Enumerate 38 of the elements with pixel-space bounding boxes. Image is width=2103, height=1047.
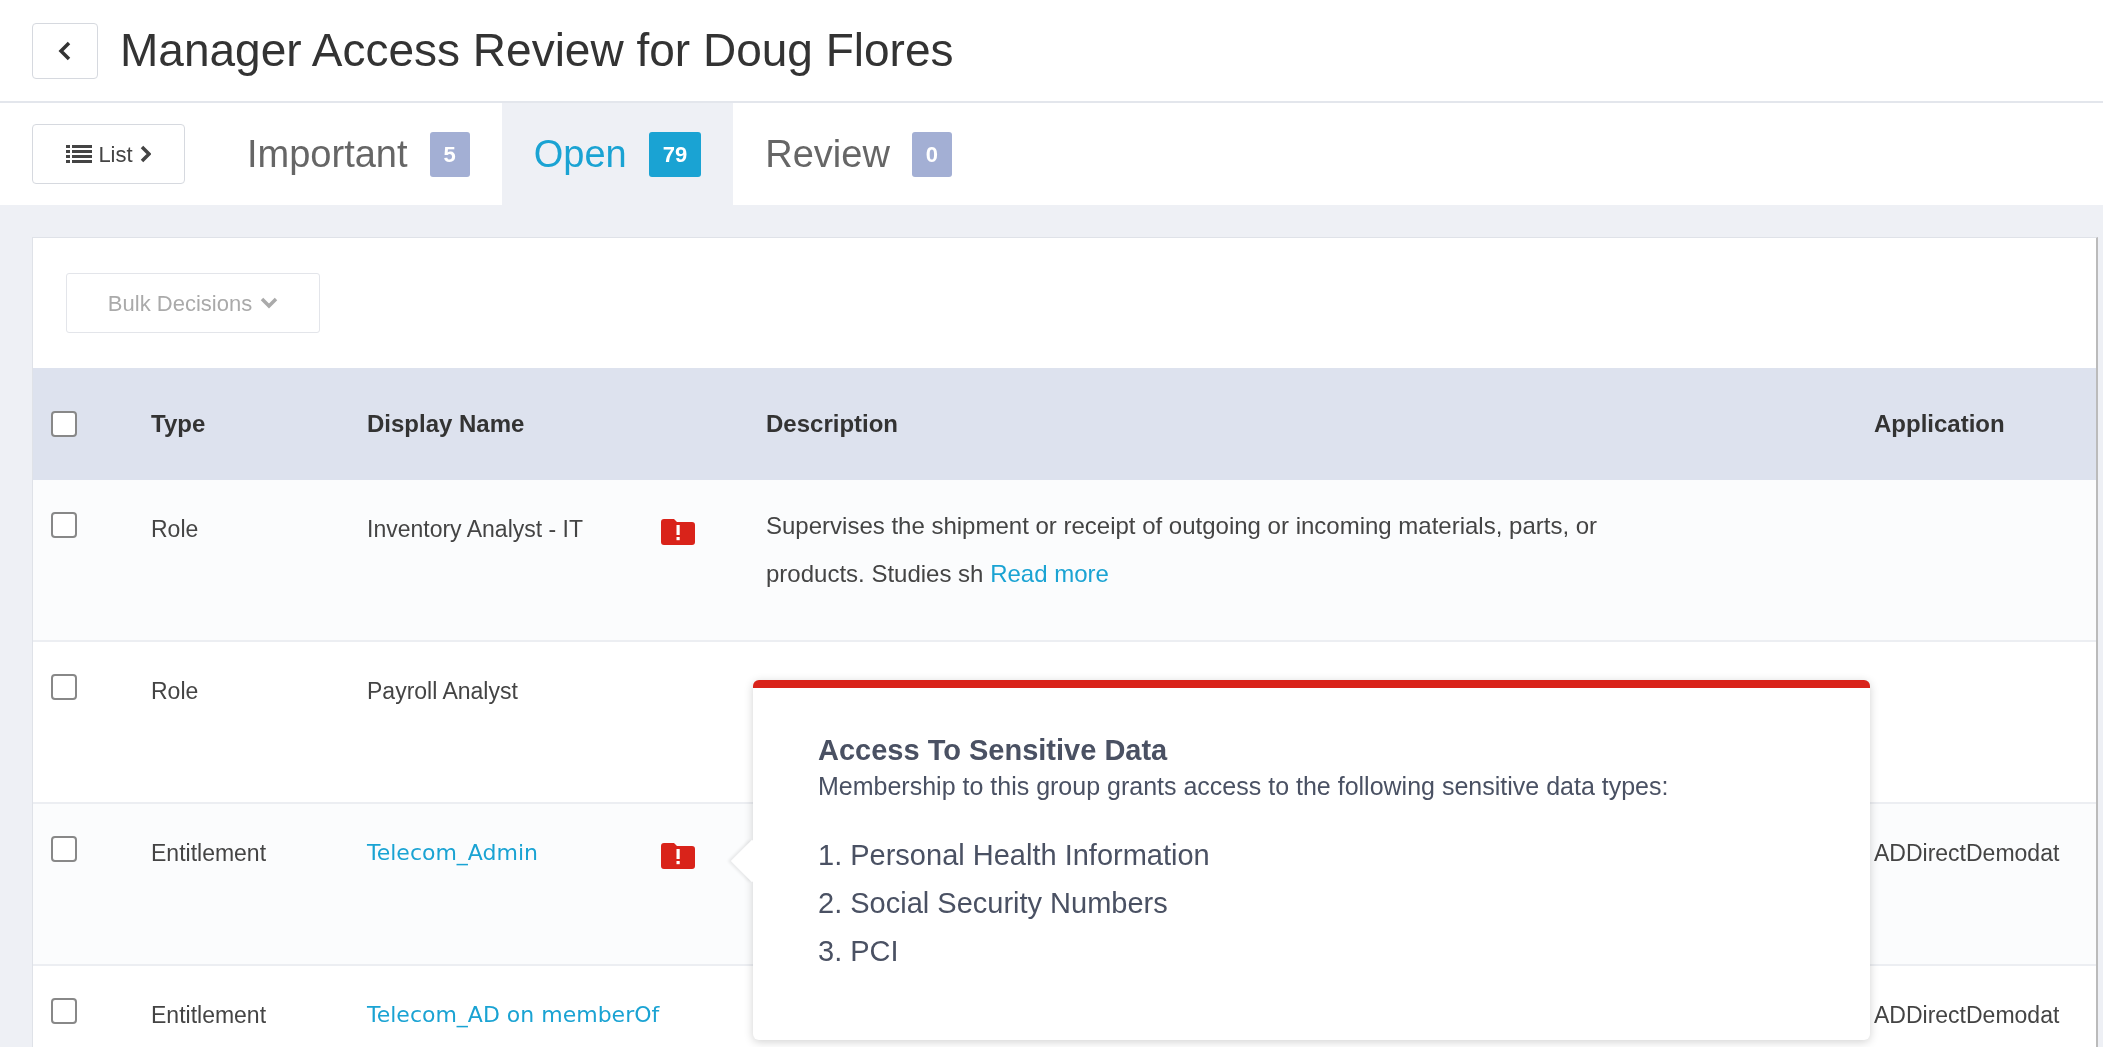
chevron-right-icon	[138, 145, 151, 163]
row-checkbox[interactable]	[51, 836, 77, 862]
display-name-link[interactable]: Telecom_Admin	[367, 836, 661, 869]
chevron-down-icon	[260, 297, 279, 309]
chevron-left-icon	[58, 40, 72, 61]
display-name-cell-text: Payroll Analyst	[367, 677, 519, 706]
count-badge: 5	[429, 131, 470, 177]
data-type-item: 3. PCI	[818, 934, 900, 970]
application-cell-text: ADDirectDemodat	[1874, 839, 2061, 868]
type-cell-text: Role	[151, 515, 200, 544]
type-cell-text: Entitlement	[151, 1001, 268, 1030]
popover-text: Membership to this group grants access to the following sensitive data types:	[818, 770, 1670, 802]
data-type-item: 2. Social Security Numbers	[818, 886, 1169, 922]
data-type-item: 1. Personal Health Information	[818, 838, 1211, 874]
page-title: Manager Access Review for Doug Flores	[120, 22, 954, 78]
column-header: Description	[766, 409, 900, 439]
description-text: Supervises the shipment or receipt of outgoing or incoming materials, parts, or products. Studies sh Read more	[766, 511, 1599, 589]
row-checkbox[interactable]	[51, 998, 77, 1024]
read-more-link[interactable]: Read more	[990, 560, 1109, 587]
count-badge: 0	[911, 131, 953, 177]
popover-title: Access To Sensitive Data	[818, 733, 1169, 768]
column-header: Display Name	[367, 409, 526, 439]
tab[interactable]: Open 79	[501, 103, 734, 205]
application-cell-text: ADDirectDemodat	[1874, 1001, 2061, 1030]
list-icon	[66, 144, 93, 164]
list-button[interactable]: List	[32, 124, 185, 184]
count-badge: 79	[648, 131, 702, 177]
back-button[interactable]	[32, 22, 98, 79]
column-header: Application	[1874, 409, 2006, 439]
select-all-checkbox[interactable]	[51, 411, 77, 437]
row-checkbox[interactable]	[51, 674, 77, 700]
display-name-cell-text: Inventory Analyst - IT	[367, 515, 585, 544]
column-header: Type	[151, 409, 207, 439]
type-cell-text: Entitlement	[151, 839, 268, 868]
type-cell-text: Role	[151, 677, 200, 706]
display-name-link[interactable]: Telecom_AD on memberOf	[367, 998, 661, 1031]
bulk-decisions-button[interactable]: Bulk Decisions	[66, 273, 320, 333]
row-checkbox[interactable]	[51, 512, 77, 538]
